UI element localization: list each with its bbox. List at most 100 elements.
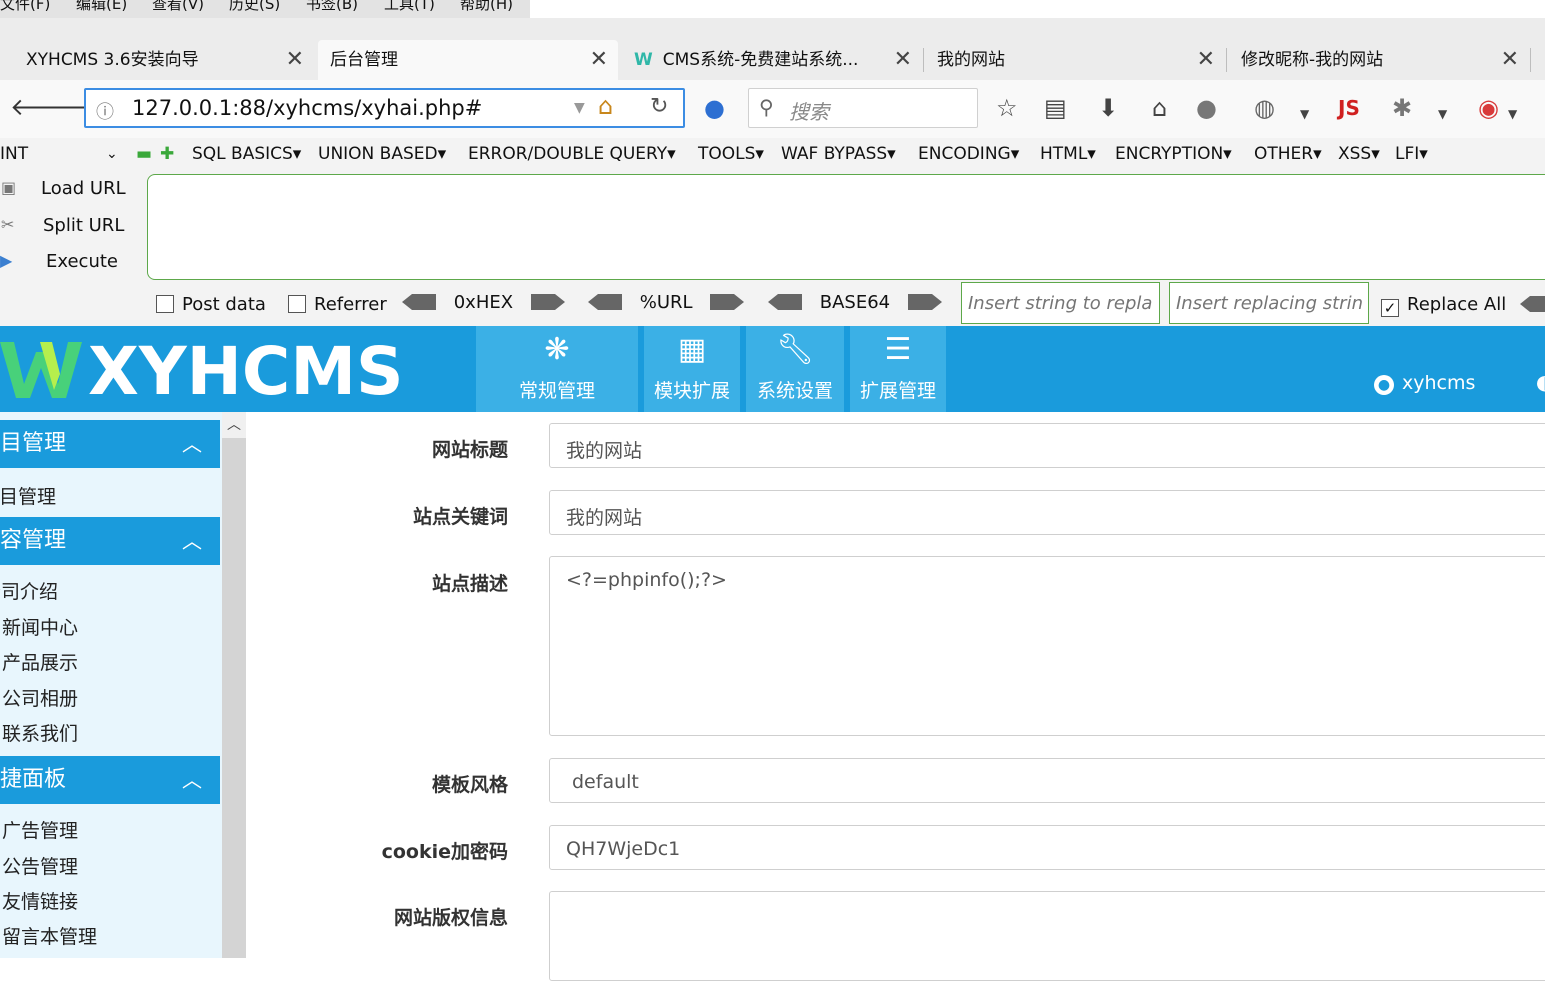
home-icon[interactable]: ⌂ xyxy=(598,92,613,120)
plus-icon[interactable]: ✚ xyxy=(160,144,174,164)
post-data-checkbox[interactable]: Post data xyxy=(156,294,266,315)
close-icon[interactable]: ✕ xyxy=(286,40,304,80)
arrow-left-icon[interactable] xyxy=(768,294,802,310)
sidebar-group-content[interactable]: 内容管理 ︿ xyxy=(0,517,220,565)
type-select[interactable]: INT xyxy=(0,144,28,164)
menu-tools[interactable]: TOOLS▾ xyxy=(698,144,764,164)
search-box[interactable]: ⚲ 搜索 xyxy=(748,88,978,128)
close-icon[interactable]: ✕ xyxy=(894,40,912,80)
menu-other[interactable]: OTHER▾ xyxy=(1254,144,1322,164)
menu-encoding[interactable]: ENCODING▾ xyxy=(918,144,1019,164)
nav-system-settings[interactable]: 🔧︎ 系统设置 xyxy=(746,326,844,412)
sidebar-item-contact[interactable]: 联系我们 xyxy=(2,719,78,746)
bookmark-star-icon[interactable]: ☆ xyxy=(996,94,1018,122)
globe-icon[interactable]: ● xyxy=(1196,94,1217,122)
menu-waf-bypass[interactable]: WAF BYPASS▾ xyxy=(781,144,896,164)
bell-icon[interactable]: ● xyxy=(704,94,725,122)
hex-encoder[interactable]: 0xHEX xyxy=(402,292,565,313)
minus-icon[interactable]: ▬ xyxy=(136,144,152,164)
arrow-left-icon[interactable] xyxy=(1520,296,1545,312)
menu-help[interactable]: 帮助(H) xyxy=(460,0,513,12)
sidebar-group-column[interactable]: 栏目管理 ︿ xyxy=(0,420,220,468)
sidebar-item-news[interactable]: 新闻中心 xyxy=(2,613,78,640)
sidebar-item-products[interactable]: 产品展示 xyxy=(2,648,78,675)
copyright-textarea[interactable] xyxy=(549,891,1545,981)
logout-icon[interactable]: ◐ xyxy=(1536,370,1545,394)
sidebar-item-ads[interactable]: 广告管理 xyxy=(2,816,78,843)
url-encoder[interactable]: %URL xyxy=(588,292,745,313)
arrow-right-icon[interactable] xyxy=(530,294,565,310)
list-icon: ☰ xyxy=(884,332,912,367)
template-select[interactable]: default xyxy=(549,758,1545,803)
sidebar-item-guestbook[interactable]: 留言本管理 xyxy=(2,922,97,949)
user-menu[interactable]: ● xyhcms xyxy=(1374,372,1475,395)
keywords-input[interactable]: 我的网站 xyxy=(549,490,1545,535)
arrow-left-icon[interactable] xyxy=(402,294,436,310)
referrer-checkbox[interactable]: Referrer xyxy=(288,294,387,315)
sidebar-item-company-intro[interactable]: 公司介绍 xyxy=(0,577,58,604)
menu-html[interactable]: HTML▾ xyxy=(1040,144,1096,164)
cookie-key-input[interactable]: QH7WjeDc1 xyxy=(549,825,1545,870)
bug-icon[interactable]: ✱ xyxy=(1392,94,1412,122)
tab-edit-nickname[interactable]: 修改昵称-我的网站 ✕ xyxy=(1229,40,1531,80)
dropdown-icon[interactable]: ▼ xyxy=(1508,100,1517,128)
menu-lfi[interactable]: LFI▾ xyxy=(1395,144,1428,164)
close-icon[interactable]: ✕ xyxy=(1197,40,1215,80)
js-icon[interactable]: JS xyxy=(1338,94,1360,122)
info-icon[interactable]: ⓘ xyxy=(96,98,114,124)
tab-install-wizard[interactable]: XYHCMS 3.6安装向导 ✕ xyxy=(14,40,314,80)
menu-encryption[interactable]: ENCRYPTION▾ xyxy=(1115,144,1232,164)
sidebar-scrollbar[interactable]: ︿ xyxy=(222,412,246,958)
sidebar-item-announcements[interactable]: 公告管理 xyxy=(2,852,78,879)
search-icon: ⚲ xyxy=(759,95,774,119)
menu-edit[interactable]: 编辑(E) xyxy=(76,0,127,12)
menu-bookmarks[interactable]: 书签(B) xyxy=(306,0,358,12)
dropdown-icon[interactable]: ▼ xyxy=(574,100,585,116)
sidebar-item-column-management[interactable]: 栏目管理 xyxy=(0,482,56,509)
menu-sql-basics[interactable]: SQL BASICS▾ xyxy=(192,144,301,164)
site-title-input[interactable]: 我的网站 xyxy=(549,423,1545,468)
close-icon[interactable]: ✕ xyxy=(590,40,608,80)
replacing-string-input[interactable] xyxy=(1170,283,1368,323)
download-icon[interactable]: ⬇ xyxy=(1098,94,1118,122)
hackbar-addon-icon[interactable]: ◉ xyxy=(1478,94,1499,122)
close-icon[interactable]: ✕ xyxy=(1501,40,1519,80)
nav-module-extension[interactable]: ▦ 模块扩展 xyxy=(644,326,740,412)
dropdown-icon[interactable]: ▼ xyxy=(1438,100,1447,128)
menu-error-double-query[interactable]: ERROR/DOUBLE QUERY▾ xyxy=(468,144,676,164)
sidebar-item-album[interactable]: 公司相册 xyxy=(2,684,78,711)
menu-view[interactable]: 查看(V) xyxy=(152,0,204,12)
description-textarea[interactable]: <?=phpinfo();?> xyxy=(549,556,1545,736)
home-toolbar-icon[interactable]: ⌂ xyxy=(1152,94,1167,122)
chevron-down-icon[interactable]: ⌄ xyxy=(106,146,118,162)
menu-history[interactable]: 历史(S) xyxy=(229,0,280,12)
base64-encoder[interactable]: BASE64 xyxy=(768,292,942,313)
hackbar-url-textarea[interactable] xyxy=(147,174,1545,280)
dropdown-icon[interactable]: ▼ xyxy=(1300,100,1309,128)
arrow-left-icon[interactable] xyxy=(588,294,622,310)
menu-file[interactable]: 文件(F) xyxy=(0,0,50,12)
tab-my-site[interactable]: 我的网站 ✕ xyxy=(925,40,1227,80)
reading-list-icon[interactable]: ▤ xyxy=(1044,94,1067,122)
arrow-right-icon[interactable] xyxy=(710,294,745,310)
menu-union-based[interactable]: UNION BASED▾ xyxy=(318,144,446,164)
menu-xss[interactable]: XSS▾ xyxy=(1338,144,1380,164)
tab-cms-system[interactable]: W CMS系统-免费建站系统... ✕ xyxy=(622,40,924,80)
menu-tools[interactable]: 工具(T) xyxy=(384,0,435,12)
url-bar[interactable]: ⓘ 127.0.0.1:88/xyhcms/xyhai.php# ▼ ⌂ ↻ xyxy=(84,88,685,128)
replace-string-input[interactable] xyxy=(962,283,1159,323)
tab-admin[interactable]: 后台管理 ✕ xyxy=(318,40,618,80)
sidebar-item-links[interactable]: 友情链接 xyxy=(2,887,78,914)
arrow-right-icon[interactable] xyxy=(907,294,942,310)
nav-general-management[interactable]: ❋ 常规管理 xyxy=(476,326,638,412)
sidebar-group-quick-panel[interactable]: 快捷面板 ︿ xyxy=(0,756,220,804)
url-text[interactable]: 127.0.0.1:88/xyhcms/xyhai.php# xyxy=(132,96,482,120)
palette-icon[interactable]: ◍ xyxy=(1254,94,1275,122)
load-url-button[interactable]: ▣ Load URL xyxy=(1,178,126,199)
split-url-button[interactable]: ✂ Split URL xyxy=(1,215,124,236)
execute-button[interactable]: ▶ Execute xyxy=(0,251,118,272)
nav-extension-management[interactable]: ☰ 扩展管理 xyxy=(850,326,946,412)
chevron-up-icon[interactable]: ︿ xyxy=(222,412,246,438)
reload-icon[interactable]: ↻ xyxy=(650,94,668,119)
replace-all-checkbox[interactable]: ✓ Replace All xyxy=(1381,294,1506,317)
